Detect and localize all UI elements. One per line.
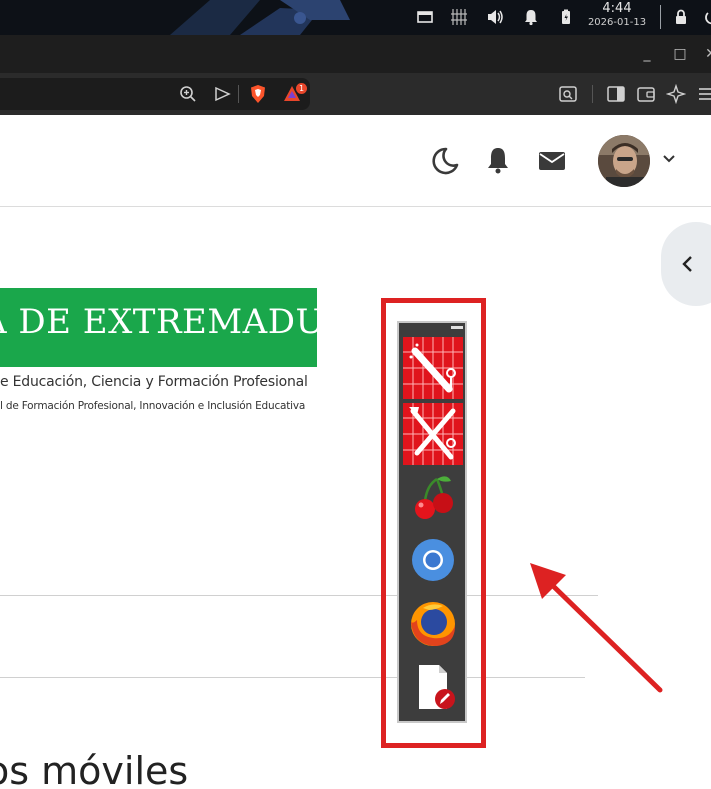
system-top-bar: 4:44 2026-01-13: [0, 0, 711, 35]
logo-subtitle-primary: e Educación, Ciencia y Formación Profesi…: [0, 374, 308, 390]
notification-count-badge: 1: [296, 83, 307, 94]
document-edit-icon[interactable]: [403, 661, 463, 713]
sidebar-icon[interactable]: [606, 84, 626, 104]
section-heading: os móviles: [0, 749, 189, 789]
moon-icon[interactable]: [428, 145, 460, 177]
app-launcher-dock: [397, 321, 467, 723]
volume-icon[interactable]: [486, 8, 504, 26]
firefox-icon[interactable]: [403, 598, 463, 650]
browser-toolbar: 1: [0, 73, 711, 115]
wallet-icon[interactable]: [636, 84, 656, 104]
header-divider: [0, 206, 711, 207]
window-icon[interactable]: [416, 8, 434, 26]
ruler-pencil-tool-icon[interactable]: [403, 337, 463, 399]
battery-icon[interactable]: [557, 8, 575, 26]
browser-title-bar: _ □ ✕: [0, 35, 711, 73]
keyboard-layout-icon[interactable]: [450, 8, 468, 26]
sidebar-toggle-button[interactable]: [661, 222, 711, 306]
system-bar-separator: [660, 5, 661, 29]
brave-shield-icon[interactable]: [248, 84, 268, 104]
chromium-icon[interactable]: [403, 535, 463, 585]
clock-time[interactable]: 4:44: [582, 1, 652, 16]
send-icon[interactable]: [212, 84, 232, 104]
maximize-button[interactable]: □: [670, 44, 690, 64]
toolbar-separator: [592, 85, 593, 103]
logo-subtitle-secondary: l de Formación Profesional, Innovación e…: [0, 400, 306, 412]
crossed-tools-icon[interactable]: [403, 403, 463, 465]
zoom-icon[interactable]: [178, 84, 198, 104]
dock-minimize-button[interactable]: [451, 326, 463, 329]
avatar[interactable]: [598, 135, 650, 187]
menu-icon[interactable]: [696, 84, 711, 104]
content-divider: [0, 595, 598, 596]
leo-ai-icon[interactable]: [666, 84, 686, 104]
banner-title: A DE EXTREMADURA: [0, 302, 376, 342]
screenshot-icon[interactable]: [558, 84, 578, 104]
lock-icon[interactable]: [672, 8, 690, 26]
close-button[interactable]: ✕: [701, 44, 711, 64]
screen: 4:44 2026-01-13 _ □ ✕ 1 A DE EXTREMADURA…: [0, 0, 711, 789]
annotation-arrow: [530, 563, 663, 693]
minimize-button[interactable]: _: [637, 44, 657, 64]
power-icon[interactable]: [703, 8, 711, 26]
clock-date[interactable]: 2026-01-13: [578, 17, 656, 28]
notifications-icon[interactable]: [522, 8, 540, 26]
cherry-icon[interactable]: [403, 471, 463, 523]
envelope-icon[interactable]: [538, 150, 566, 172]
toolbar-separator: [238, 85, 239, 103]
content-divider: [0, 677, 585, 678]
institution-logo-banner: A DE EXTREMADURA: [0, 288, 375, 367]
wallpaper-fragment: [170, 0, 350, 35]
bell-icon[interactable]: [485, 146, 511, 174]
chevron-left-icon: [682, 256, 692, 272]
chevron-down-icon[interactable]: [661, 151, 677, 167]
avatar-image: [598, 135, 650, 187]
